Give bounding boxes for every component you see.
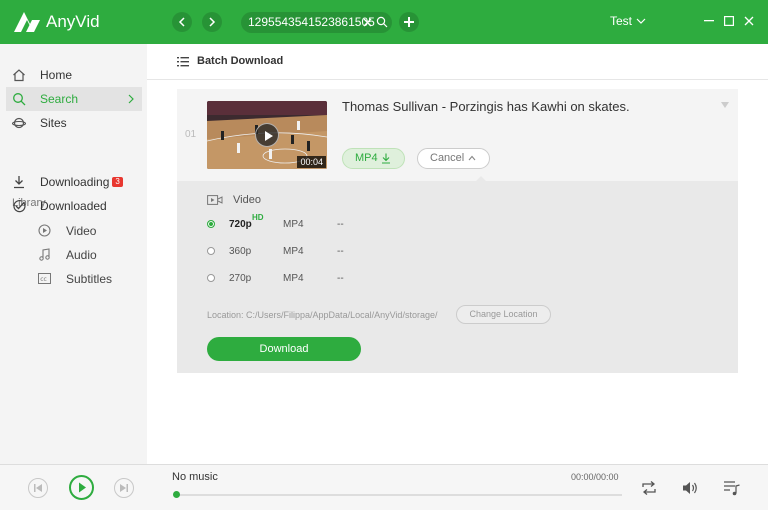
result-index: 01 <box>185 129 197 140</box>
volume-icon[interactable] <box>681 480 699 496</box>
option-resolution: 360p <box>229 246 252 257</box>
back-button[interactable] <box>172 12 192 32</box>
check-circle-icon <box>13 200 26 213</box>
back-icon <box>178 17 185 27</box>
video-result-header: 01 00:04 Thomas Sullivan - Porzingis has… <box>177 89 738 182</box>
sidebar-subitem-subtitles[interactable]: cc Subtitles <box>0 267 147 289</box>
option-size: -- <box>337 246 344 257</box>
search-icon <box>13 93 26 106</box>
download-icon <box>382 153 390 164</box>
video-section-label: Video <box>233 194 261 206</box>
video-duration: 00:04 <box>297 156 326 168</box>
add-icon <box>404 17 414 27</box>
sidebar-subitem-label: Video <box>66 224 97 238</box>
sidebar-item-sites[interactable]: Sites <box>0 111 147 135</box>
sidebar-item-label-wrap: Downloading 3 <box>40 175 123 189</box>
add-button[interactable] <box>399 12 419 32</box>
cancel-button-label: Cancel <box>430 152 465 164</box>
progress-track[interactable] <box>177 494 622 496</box>
download-location: Location: C:/Users/Filippa/AppData/Local… <box>207 310 438 320</box>
sidebar-item-downloaded[interactable]: Downloaded <box>0 194 147 218</box>
format-option-360p[interactable]: 360p MP4 -- <box>207 244 507 260</box>
playback-time: 00:00/00:00 <box>571 472 619 482</box>
chevron-down-icon[interactable] <box>636 17 646 25</box>
downloading-count-badge: 3 <box>112 177 123 187</box>
sidebar-item-label: Search <box>40 92 79 106</box>
video-title: Thomas Sullivan - Porzingis has Kawhi on… <box>342 99 630 114</box>
planet-icon <box>12 117 26 129</box>
sidebar-subitem-audio[interactable]: Audio <box>0 243 147 265</box>
option-format: MP4 <box>283 273 304 284</box>
previous-track-button[interactable] <box>28 478 48 498</box>
sidebar-subitem-label: Audio <box>66 248 97 262</box>
home-icon <box>13 69 25 82</box>
radio-unselected[interactable] <box>207 247 215 255</box>
sidebar-item-home[interactable]: Home <box>0 63 147 87</box>
music-note-icon <box>39 248 50 261</box>
change-location-button[interactable]: Change Location <box>456 305 551 324</box>
user-menu[interactable]: Test <box>610 14 632 28</box>
next-track-button[interactable] <box>114 478 134 498</box>
video-camera-icon <box>207 195 223 205</box>
svg-text:cc: cc <box>40 276 47 283</box>
clear-icon[interactable] <box>362 15 373 29</box>
sidebar-item-label: Downloading <box>40 175 110 189</box>
sidebar-subitem-label: Subtitles <box>66 272 113 286</box>
close-icon[interactable] <box>744 16 754 26</box>
play-overlay-button[interactable] <box>255 123 279 147</box>
format-option-720p[interactable]: 720p HD MP4 -- <box>207 213 507 233</box>
batch-download-bar[interactable]: Batch Download <box>147 44 768 80</box>
minimize-icon[interactable] <box>704 20 714 22</box>
chevron-right-icon <box>128 94 134 104</box>
sidebar-item-label: Sites <box>40 116 67 130</box>
sidebar-subitem-video[interactable]: Video <box>0 219 147 241</box>
sidebar-item-downloading[interactable]: Downloading 3 <box>0 170 147 194</box>
sidebar-item-search[interactable]: Search <box>6 87 142 111</box>
cancel-button[interactable]: Cancel <box>417 148 490 169</box>
skip-previous-icon <box>34 484 42 492</box>
option-format: MP4 <box>283 246 304 257</box>
app-name: AnyVid <box>46 12 100 31</box>
list-icon <box>177 57 189 67</box>
format-button-label: MP4 <box>355 152 378 164</box>
now-playing-title: No music <box>172 471 218 483</box>
cc-icon: cc <box>38 273 51 284</box>
radio-unselected[interactable] <box>207 274 215 282</box>
progress-knob[interactable] <box>173 491 180 498</box>
forward-icon <box>209 17 216 27</box>
radio-selected[interactable] <box>207 220 215 228</box>
collapse-arrow-icon[interactable] <box>721 102 729 109</box>
music-player-bar: No music 00:00/00:00 <box>0 464 768 510</box>
hd-badge: HD <box>252 213 264 222</box>
option-resolution: 720p <box>229 219 252 230</box>
sidebar: Home Search Sites Library Downloading 3 D… <box>0 44 147 464</box>
play-icon <box>265 131 273 141</box>
format-option-270p[interactable]: 270p MP4 -- <box>207 271 507 287</box>
batch-download-label: Batch Download <box>197 55 284 67</box>
option-resolution: 270p <box>229 273 252 284</box>
play-icon <box>79 482 86 493</box>
search-icon[interactable] <box>376 16 388 28</box>
forward-button[interactable] <box>202 12 222 32</box>
play-button[interactable] <box>69 475 94 500</box>
maximize-icon[interactable] <box>724 16 734 26</box>
download-button[interactable]: Download <box>207 337 361 361</box>
format-download-button[interactable]: MP4 <box>342 148 405 169</box>
download-icon <box>14 176 24 189</box>
playlist-icon[interactable] <box>723 480 741 496</box>
sidebar-item-label: Home <box>40 68 73 82</box>
chevron-up-icon <box>468 155 476 161</box>
video-result-card: 01 00:04 Thomas Sullivan - Porzingis has… <box>177 89 738 373</box>
anyvid-logo-icon <box>14 12 40 32</box>
video-thumbnail[interactable]: 00:04 <box>207 101 327 169</box>
option-size: -- <box>337 273 344 284</box>
play-circle-icon <box>38 224 51 237</box>
sidebar-item-label: Downloaded <box>40 199 107 213</box>
skip-next-icon <box>120 484 128 492</box>
option-format: MP4 <box>283 219 304 230</box>
format-options-panel: Video 720p HD MP4 -- 360p MP4 -- 270p MP… <box>177 181 738 373</box>
title-bar: AnyVid 1295543541523861505 Test <box>0 0 768 44</box>
repeat-icon[interactable] <box>640 480 658 496</box>
option-size: -- <box>337 219 344 230</box>
